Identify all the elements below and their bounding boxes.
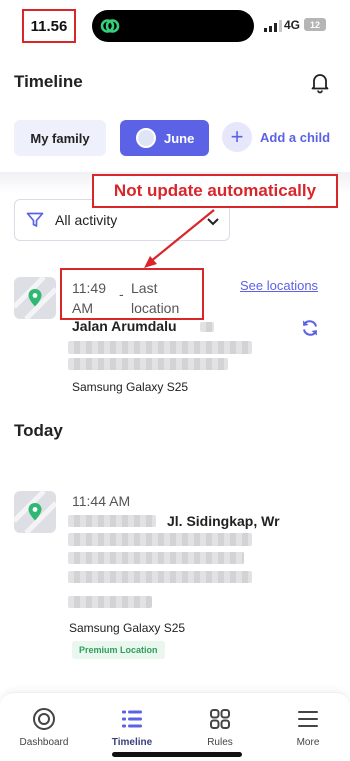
map-thumbnail[interactable] [14, 491, 56, 533]
status-bar: 11.56 4G 12 [0, 0, 350, 52]
cellular-signal-icon [264, 20, 282, 32]
bottom-navigation: Dashboard Timeline Rules More [0, 692, 350, 761]
nav-item-rules[interactable]: Rules [185, 707, 255, 748]
redacted-text [68, 341, 252, 354]
section-heading-today: Today [14, 421, 63, 440]
chevron-down-icon [207, 218, 219, 226]
entry-time: 11:49 AM [72, 280, 106, 316]
target-icon [33, 708, 55, 730]
redacted-text [68, 358, 228, 370]
nav-item-dashboard[interactable]: Dashboard [9, 707, 79, 748]
redacted-text [200, 322, 214, 332]
map-pin-icon [14, 277, 56, 319]
entry-time: 11:44 AM [72, 493, 131, 509]
nav-item-timeline[interactable]: Timeline [97, 707, 167, 748]
redacted-text [68, 596, 152, 608]
dynamic-island [92, 10, 254, 42]
entry-separator: - [119, 286, 124, 302]
see-locations-link[interactable]: See locations [240, 278, 318, 293]
refresh-icon[interactable] [300, 318, 320, 338]
status-time: 11.56 [22, 9, 76, 43]
nav-label: Timeline [111, 737, 153, 748]
app-link-icon [100, 19, 120, 33]
annotation-callout: Not update automatically [92, 174, 338, 208]
entry-label: Last location [131, 280, 180, 316]
redacted-text [68, 533, 252, 546]
nav-label: Dashboard [19, 737, 69, 748]
menu-icon [298, 711, 318, 727]
grid-icon [210, 709, 230, 729]
map-thumbnail[interactable] [14, 277, 56, 319]
child-chip-june[interactable]: June [120, 120, 209, 156]
home-indicator [112, 752, 242, 757]
filter-label: All activity [55, 212, 118, 228]
network-type: 4G [284, 18, 301, 32]
add-child-button[interactable]: + Add a child [222, 122, 330, 152]
nav-label: Rules [207, 737, 233, 748]
avatar [136, 128, 156, 148]
filter-icon [26, 212, 44, 227]
page-title: Timeline [14, 72, 83, 91]
battery-icon: 12 [304, 18, 326, 31]
entry-address: Jl. Sidingkap, Wr [167, 513, 280, 529]
premium-location-badge: Premium Location [72, 641, 165, 659]
list-icon [122, 710, 142, 728]
nav-item-more[interactable]: More [273, 707, 343, 748]
child-name: June [164, 130, 195, 146]
redacted-text [68, 515, 156, 527]
my-family-chip[interactable]: My family [14, 120, 106, 156]
bell-icon[interactable] [308, 70, 332, 94]
entry-device: Samsung Galaxy S25 [72, 380, 189, 394]
redacted-text [68, 571, 252, 583]
add-child-label: Add a child [260, 129, 331, 145]
plus-icon: + [222, 122, 252, 152]
redacted-text [68, 552, 244, 564]
entry-device: Samsung Galaxy S25 [69, 621, 186, 635]
map-pin-icon [14, 491, 56, 533]
nav-label: More [296, 737, 320, 748]
entry-address: Jalan Arumdalu [72, 318, 177, 334]
